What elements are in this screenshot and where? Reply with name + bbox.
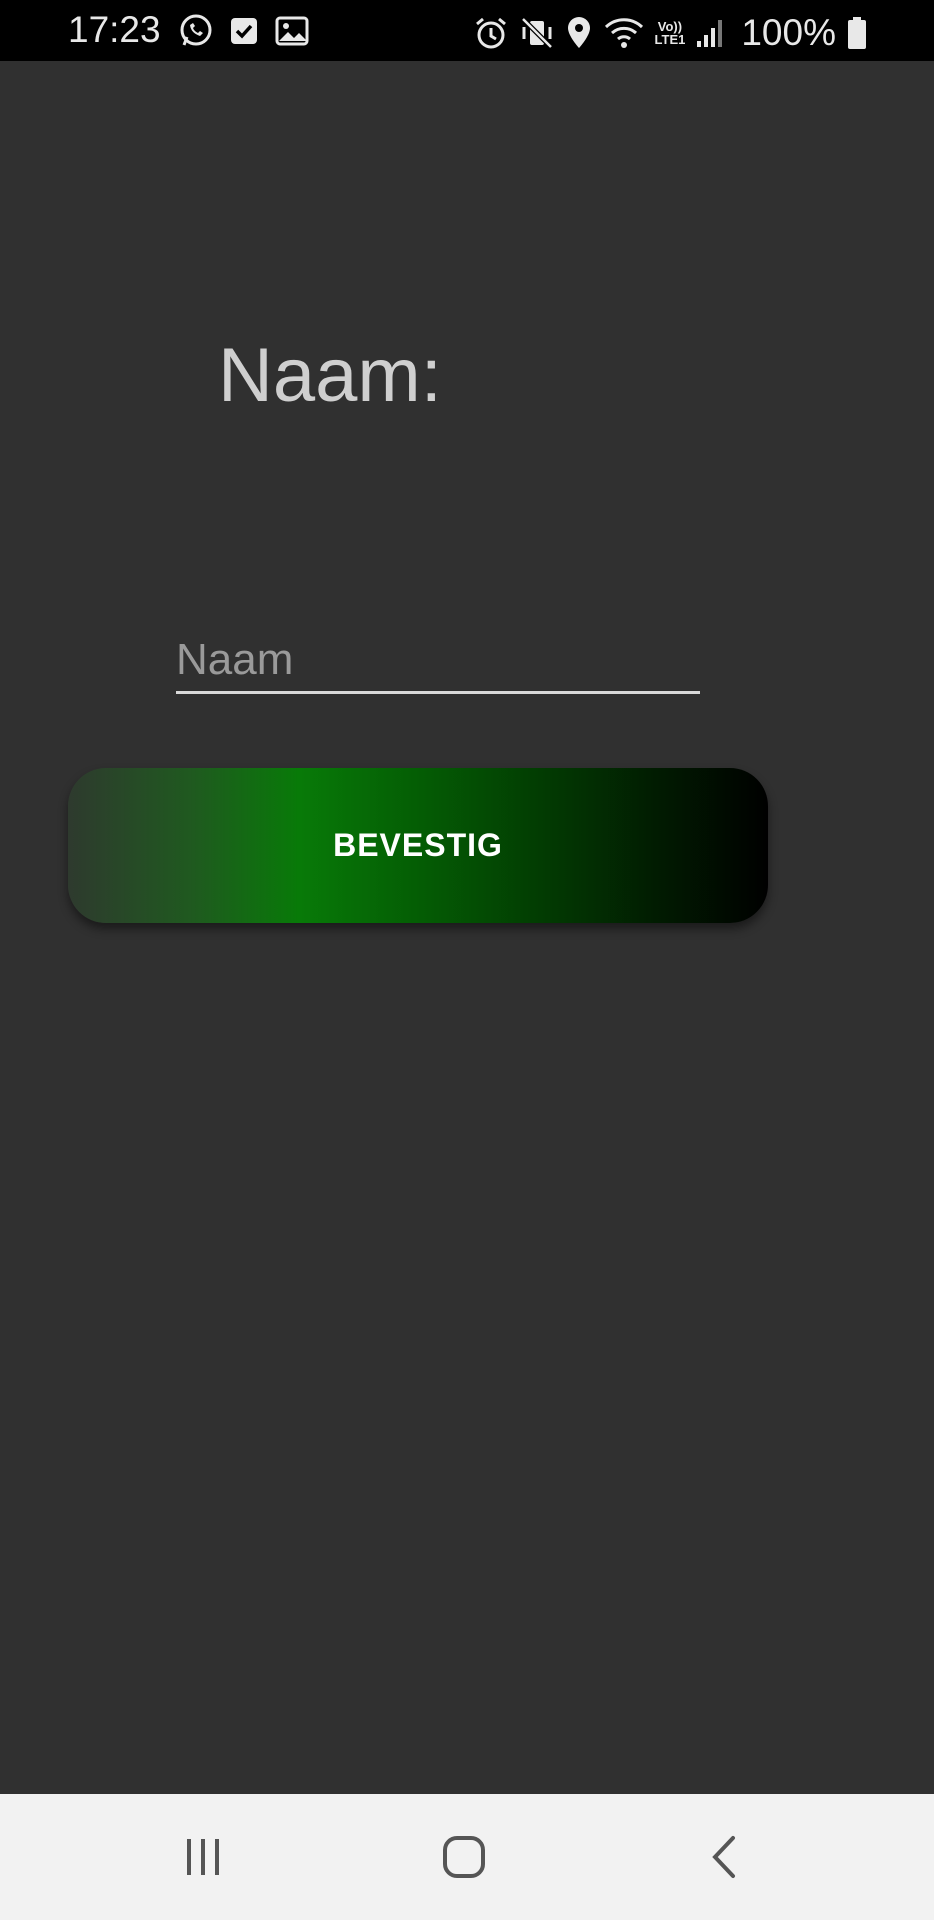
lte-network-label: LTE1	[654, 32, 686, 47]
recent-apps-button[interactable]	[123, 1794, 283, 1920]
checkbox-notification-icon	[228, 15, 260, 47]
status-time: 17:23	[68, 9, 161, 50]
back-button[interactable]	[645, 1794, 805, 1920]
lte-label: Vo)) LTE1	[655, 20, 686, 46]
name-field-container	[176, 621, 700, 694]
status-system-icons: Vo)) LTE1 100%	[473, 12, 868, 54]
battery-icon	[846, 15, 868, 51]
status-bar: 17:23 Vo)) LTE1 100%	[0, 0, 934, 61]
gallery-icon	[274, 15, 310, 47]
page-title: Naam:	[218, 333, 442, 418]
app-screen: Naam: BEVESTIG	[0, 61, 934, 1794]
vibrate-mute-icon	[519, 15, 555, 51]
battery-percentage: 100%	[741, 12, 836, 53]
signal-icon	[695, 15, 725, 51]
whatsapp-icon	[178, 13, 214, 49]
alarm-icon	[473, 15, 509, 51]
confirm-button[interactable]: BEVESTIG	[68, 768, 768, 923]
name-input[interactable]	[176, 621, 700, 691]
navigation-bar	[0, 1794, 934, 1920]
status-notification-icons	[178, 13, 310, 49]
location-icon	[565, 15, 593, 51]
wifi-icon	[603, 15, 645, 51]
home-icon	[441, 1834, 487, 1880]
home-button[interactable]	[384, 1794, 544, 1920]
recent-apps-icon	[181, 1835, 225, 1879]
back-icon	[705, 1834, 745, 1880]
